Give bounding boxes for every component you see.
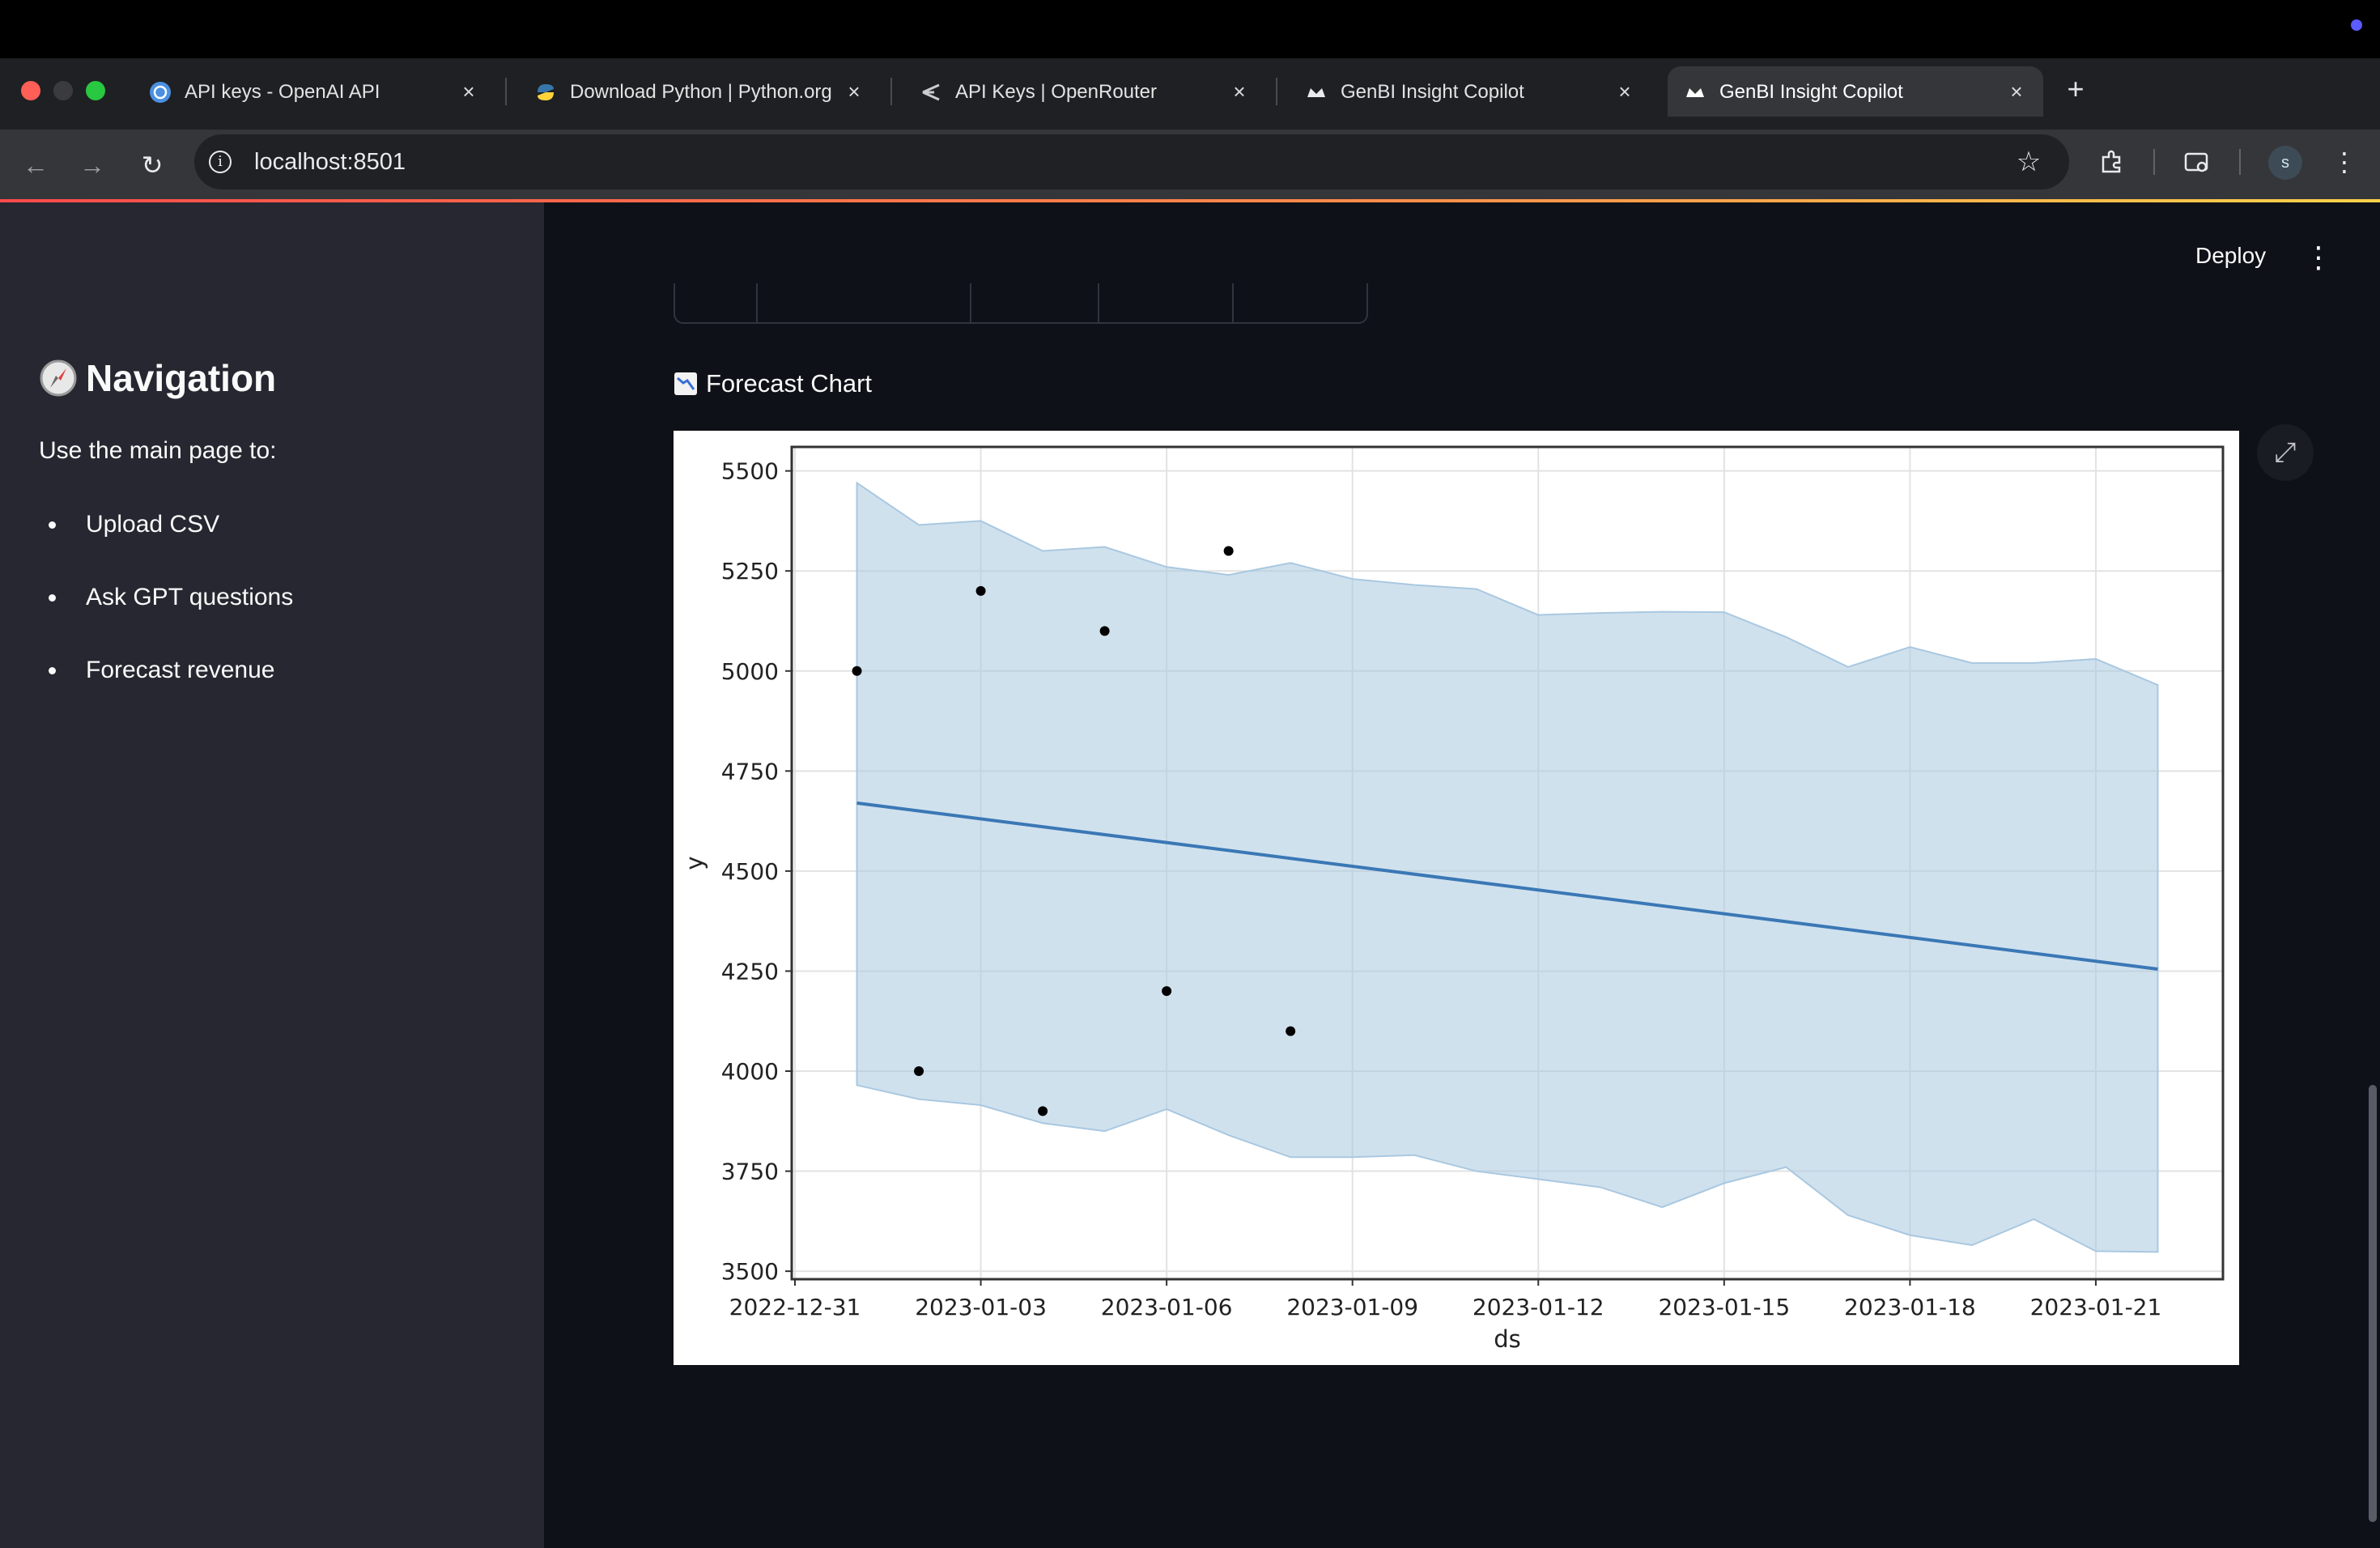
x-tick-label: 2023-01-21	[2030, 1294, 2162, 1320]
y-tick-label: 5000	[721, 658, 779, 685]
url-text[interactable]: localhost:8501	[254, 148, 406, 176]
python-icon	[534, 81, 557, 104]
section-title-text: Forecast Chart	[706, 369, 873, 398]
sidebar-title: Navigation	[39, 356, 276, 400]
close-tab-icon[interactable]: ×	[455, 78, 482, 105]
x-tick-label: 2023-01-09	[1286, 1294, 1418, 1320]
observed-point	[914, 1066, 924, 1076]
x-tick-label: 2023-01-18	[1844, 1294, 1976, 1320]
address-bar[interactable]	[194, 134, 2069, 189]
tab-title: GenBI Insight Copilot	[1341, 81, 1524, 103]
tab-title: API Keys | OpenRouter	[955, 81, 1158, 103]
observed-point	[975, 585, 986, 596]
close-tab-icon[interactable]: ×	[840, 78, 868, 105]
new-tab-button[interactable]: +	[2058, 71, 2093, 107]
reload-icon[interactable]: ↻	[133, 146, 172, 185]
toolbar-divider	[2239, 149, 2241, 175]
site-info-icon[interactable]: i	[209, 151, 232, 173]
recording-indicator-icon	[2351, 19, 2362, 31]
x-tick-label: 2023-01-15	[1658, 1294, 1790, 1320]
observed-point	[852, 666, 862, 676]
x-tick-label: 2023-01-12	[1473, 1294, 1604, 1320]
browser-tab[interactable]: Download Python | Python.org ×	[518, 66, 881, 117]
maximize-window-button[interactable]	[86, 81, 105, 100]
sidebar-intro: Use the main page to:	[39, 437, 277, 464]
y-tick-label: 4500	[721, 858, 779, 885]
y-tick-label: 4750	[721, 758, 779, 785]
observed-point	[1162, 986, 1172, 997]
browser-tab[interactable]: GenBI Insight Copilot ×	[1289, 66, 1651, 117]
browser-tab[interactable]: API Keys | OpenRouter ×	[903, 66, 1266, 117]
observed-point	[1223, 546, 1234, 556]
tab-title: GenBI Insight Copilot	[1719, 81, 1903, 103]
observed-point	[1099, 626, 1110, 636]
data-table	[674, 283, 1368, 324]
forward-icon[interactable]: →	[73, 146, 112, 185]
streamlit-icon	[1305, 81, 1328, 104]
minimize-window-button[interactable]	[53, 81, 73, 100]
y-tick-label: 4000	[721, 1058, 779, 1085]
x-axis-label: ds	[1494, 1325, 1521, 1353]
close-tab-icon[interactable]: ×	[2003, 78, 2030, 105]
profile-avatar[interactable]: s	[2268, 146, 2302, 180]
x-tick-label: 2023-01-03	[915, 1294, 1047, 1320]
y-tick-label: 5250	[721, 558, 779, 585]
close-tab-icon[interactable]: ×	[1611, 78, 1638, 105]
y-tick-label: 5500	[721, 458, 779, 485]
tab-title: API keys - OpenAI API	[185, 81, 380, 103]
observed-point	[1286, 1026, 1296, 1036]
x-tick-label: 2023-01-06	[1101, 1294, 1233, 1320]
deploy-button[interactable]: Deploy	[2195, 243, 2266, 269]
openai-icon	[149, 81, 172, 104]
extensions-icon[interactable]	[2092, 142, 2131, 181]
list-item: Forecast revenue	[39, 648, 293, 721]
tab-separator	[890, 78, 892, 105]
sidebar-title-text: Navigation	[86, 357, 277, 399]
os-top-bar	[0, 0, 2380, 58]
sidebar	[0, 202, 544, 1548]
fullscreen-icon[interactable]: ⤢	[2257, 424, 2314, 481]
scrollbar[interactable]	[2369, 1085, 2377, 1522]
y-tick-label: 3750	[721, 1159, 779, 1185]
forecast-interval-band	[856, 481, 2159, 1253]
y-tick-label: 4250	[721, 958, 779, 985]
main-menu-icon[interactable]: ⋮	[2304, 243, 2333, 272]
google-lens-icon[interactable]	[2178, 142, 2216, 181]
bookmark-star-icon[interactable]: ☆	[2009, 142, 2048, 181]
streamlit-icon	[1684, 81, 1706, 104]
section-title: Forecast Chart	[674, 369, 872, 398]
browser-tab[interactable]: API keys - OpenAI API ×	[133, 66, 495, 117]
sidebar-list: Upload CSV Ask GPT questions Forecast re…	[39, 502, 293, 721]
tab-separator	[505, 78, 507, 105]
forecast-chart: 3500 3750 4000 4250 4500 4750 5000 5250 5500 2022…	[674, 431, 2239, 1365]
close-tab-icon[interactable]: ×	[1226, 78, 1253, 105]
tab-separator	[1276, 78, 1277, 105]
toolbar-divider	[2153, 149, 2155, 175]
y-tick-label: 3500	[721, 1258, 779, 1285]
browser-tab-active[interactable]: GenBI Insight Copilot ×	[1668, 66, 2043, 117]
tab-title: Download Python | Python.org	[570, 81, 832, 103]
forecast-chart-svg: 3500 3750 4000 4250 4500 4750 5000 5250 5500 2022…	[681, 445, 2225, 1353]
list-item: Ask GPT questions	[39, 575, 293, 648]
observed-point	[1038, 1106, 1048, 1116]
y-axis-label: y	[681, 856, 708, 870]
browser-menu-icon[interactable]: ⋮	[2325, 142, 2364, 181]
x-tick-label: 2022-12-31	[729, 1294, 861, 1320]
list-item: Upload CSV	[39, 502, 293, 575]
compass-icon	[40, 359, 77, 397]
close-window-button[interactable]	[21, 81, 40, 100]
back-icon[interactable]: ←	[16, 146, 55, 185]
chart-decreasing-icon	[674, 372, 697, 395]
openrouter-icon	[920, 81, 942, 104]
